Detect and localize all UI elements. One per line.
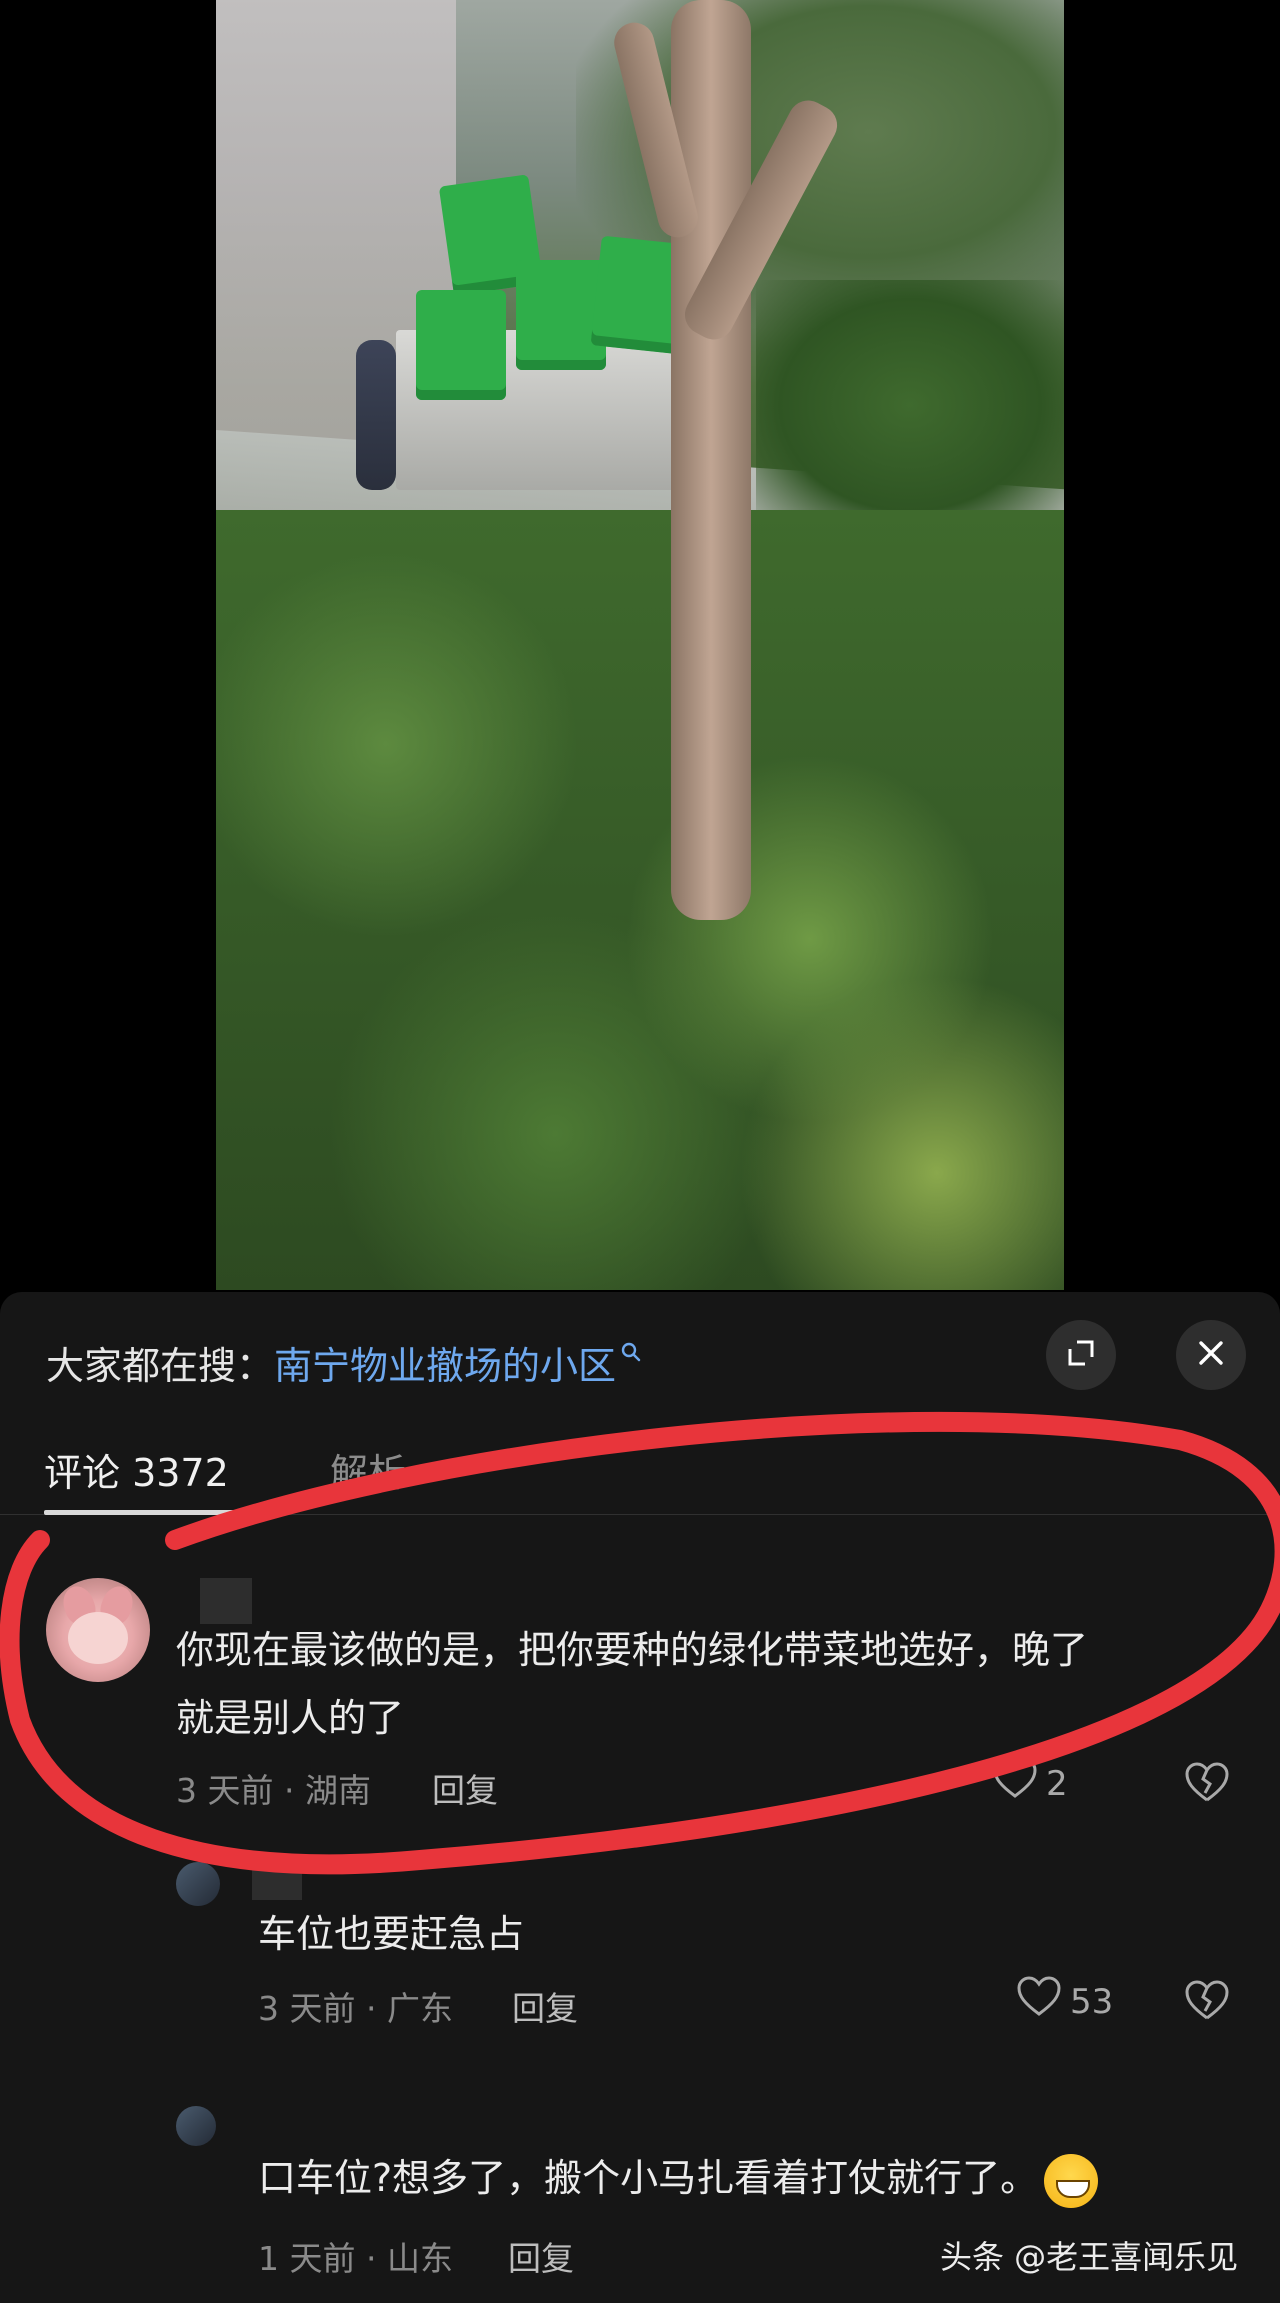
comment-text-line: 你现在最该做的是，把你要种的绿化带菜地选好，晚了 (176, 1628, 1089, 1672)
comment-panel: 大家都在搜： 南宁物业撤场的小区 评论 3372 解析 你现在最该做的是，把你要… (0, 1292, 1280, 2303)
avatar[interactable] (46, 1578, 150, 1682)
grinning-face-icon (1044, 2153, 1099, 2208)
heart-icon (992, 1758, 1046, 1809)
comment-text-line: 就是别人的了 (176, 1696, 405, 1740)
like-count: 2 (1046, 1763, 1068, 1804)
heart-icon (1016, 1976, 1070, 2027)
search-icon[interactable] (620, 1341, 642, 1363)
username-redacted (252, 1862, 302, 1900)
avatar[interactable] (176, 2106, 216, 2146)
dislike-button[interactable] (1184, 1980, 1230, 2022)
comment-meta: 1 天前 · 山东 (258, 2239, 453, 2278)
trending-search[interactable]: 大家都在搜： 南宁物业撤场的小区 (46, 1332, 642, 1392)
broken-heart-icon (1184, 1762, 1230, 1808)
comment-item: 你现在最该做的是，把你要种的绿化带菜地选好，晚了 就是别人的了 3 天前 · 湖… (0, 1578, 1280, 1810)
watermark: 头条 @老王喜闻乐见 (940, 2238, 1239, 2276)
video-frame[interactable] (216, 0, 1064, 1290)
expand-button[interactable] (1046, 1320, 1116, 1390)
video-bushes (216, 510, 1064, 1290)
like-button[interactable]: 2 (992, 1758, 1068, 1809)
reply-button[interactable]: 回复 (432, 1764, 498, 1812)
video-bin (516, 260, 606, 370)
active-tab-indicator (44, 1510, 234, 1515)
like-count: 53 (1070, 1981, 1114, 2022)
comment-item: 车位也要赶急占 3 天前 · 广东 回复 53 (0, 1862, 1280, 2030)
avatar[interactable] (176, 1862, 220, 1906)
expand-icon (1064, 1336, 1098, 1374)
comment-text: 口车位?想多了，搬个小马扎看着打仗就行了。 (258, 2144, 1099, 2212)
broken-heart-icon (1184, 1980, 1230, 2026)
trending-search-prefix: 大家都在搜： (46, 1343, 275, 1388)
tab-comments[interactable]: 评论 3372 (44, 1442, 229, 1497)
comment-text: 车位也要赶急占 (258, 1912, 525, 1956)
comment-text: 你现在最该做的是，把你要种的绿化带菜地选好，晚了 就是别人的了 (176, 1616, 1236, 1752)
video-hedge (756, 280, 1064, 530)
close-button[interactable] (1176, 1320, 1246, 1390)
comment-tabs: 评论 3372 解析 (0, 1442, 1280, 1515)
dislike-button[interactable] (1184, 1762, 1230, 1804)
tab-analysis[interactable]: 解析 (330, 1442, 406, 1497)
close-icon (1194, 1336, 1228, 1374)
comment-text-body: 口车位?想多了，搬个小马扎看着打仗就行了。 (258, 2156, 1039, 2200)
video-person (356, 340, 396, 490)
reply-button[interactable]: 回复 (512, 1982, 578, 2030)
like-button[interactable]: 53 (1016, 1976, 1113, 2027)
video-tree-trunk (671, 0, 751, 920)
trending-search-link[interactable]: 南宁物业撤场的小区 (274, 1335, 616, 1390)
comment-meta: 3 天前 · 湖南 (176, 1771, 371, 1810)
video-bin (416, 290, 506, 400)
video-player[interactable] (0, 0, 1280, 1290)
reply-button[interactable]: 回复 (508, 2232, 574, 2280)
comment-meta: 3 天前 · 广东 (258, 1989, 453, 2028)
